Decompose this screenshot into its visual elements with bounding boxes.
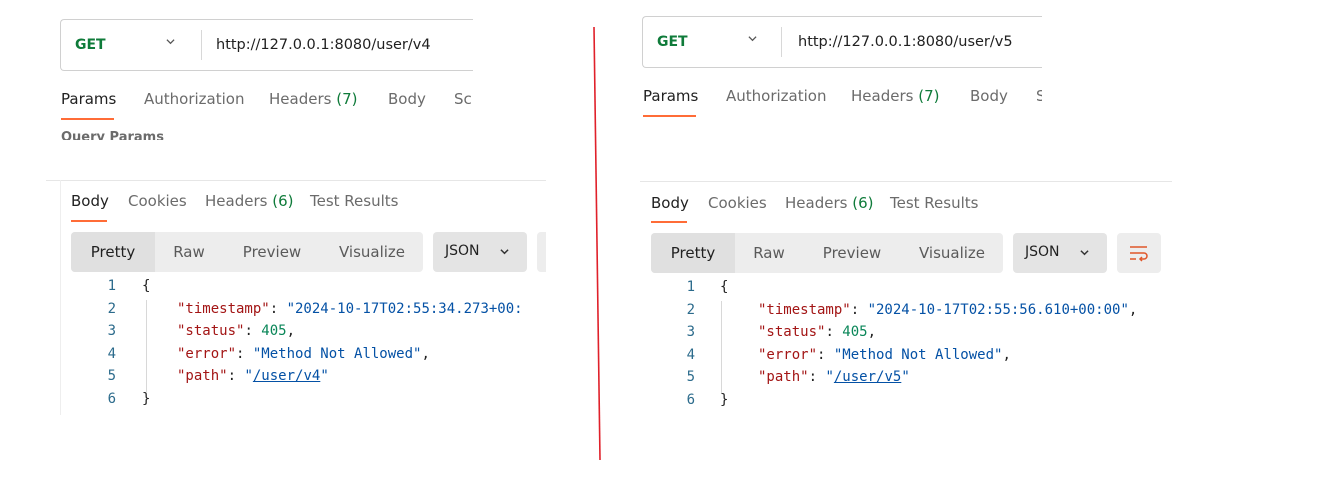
response-top-border bbox=[640, 181, 1172, 182]
visualize-button[interactable]: Visualize bbox=[321, 232, 423, 272]
right-method-select[interactable]: GET bbox=[657, 17, 688, 67]
tab-headers[interactable]: Headers (7) bbox=[269, 90, 357, 108]
preview-button[interactable]: Preview bbox=[803, 233, 901, 273]
json-line-timestamp: "timestamp": "2024-10-17T02:55:56.610+00… bbox=[758, 302, 1138, 318]
chevron-down-icon[interactable] bbox=[748, 34, 757, 43]
wrap-lines-button[interactable] bbox=[1117, 233, 1161, 273]
json-brace-open: { bbox=[142, 278, 151, 294]
left-wrap-lines-button[interactable] bbox=[537, 232, 546, 272]
indent-guide bbox=[721, 301, 722, 393]
left-url-input[interactable]: http://127.0.0.1:8080/user/v4 bbox=[216, 20, 431, 70]
line-number: 5 bbox=[686, 369, 695, 385]
tab-response-body[interactable]: Body bbox=[71, 192, 109, 210]
line-number: 6 bbox=[686, 392, 695, 408]
tab-response-headers[interactable]: Headers (6) bbox=[205, 192, 293, 210]
chevron-down-icon[interactable] bbox=[166, 37, 175, 46]
query-params-label: Query Params bbox=[61, 130, 164, 140]
right-url-bar: GET http://127.0.0.1:8080/user/v5 bbox=[642, 16, 1042, 68]
left-view-mode-group: Pretty Raw Preview Visualize bbox=[71, 232, 423, 272]
left-response-tabs: Body Cookies Headers (6) Test Results bbox=[71, 192, 546, 222]
left-code-viewer: 1 2 3 4 5 6 { "timestamp": "2024-10-17T0… bbox=[46, 278, 546, 415]
left-request-tabs: Params Authorization Headers (7) Body Sc bbox=[61, 90, 473, 124]
line-number: 1 bbox=[686, 279, 695, 295]
tab-params[interactable]: Params bbox=[61, 90, 116, 108]
tab-response-headers[interactable]: Headers (6) bbox=[785, 194, 873, 212]
tab-headers[interactable]: Headers (7) bbox=[851, 87, 939, 105]
path-link[interactable]: /user/v5 bbox=[834, 369, 901, 385]
format-label: JSON bbox=[445, 243, 480, 259]
pretty-button[interactable]: Pretty bbox=[71, 232, 155, 272]
line-number: 2 bbox=[107, 301, 116, 317]
tab-response-body[interactable]: Body bbox=[651, 194, 689, 212]
json-line-error: "error": "Method Not Allowed", bbox=[758, 347, 1011, 363]
tab-test-results[interactable]: Test Results bbox=[890, 194, 978, 212]
active-tab-underline bbox=[651, 221, 687, 223]
tab-scripts[interactable]: Sc bbox=[454, 90, 472, 108]
right-url-input[interactable]: http://127.0.0.1:8080/user/v5 bbox=[798, 17, 1013, 67]
tab-authorization[interactable]: Authorization bbox=[144, 90, 244, 108]
line-number: 2 bbox=[686, 302, 695, 318]
tab-params[interactable]: Params bbox=[643, 87, 698, 105]
raw-button[interactable]: Raw bbox=[735, 233, 803, 273]
line-number: 3 bbox=[686, 324, 695, 340]
line-number: 6 bbox=[107, 391, 116, 407]
right-response-tabs: Body Cookies Headers (6) Test Results bbox=[651, 194, 1171, 224]
json-line-status: "status": 405, bbox=[177, 323, 296, 339]
json-line-path: "path": "/user/v5" bbox=[758, 369, 910, 385]
right-format-select[interactable]: JSON bbox=[1013, 233, 1107, 273]
json-brace-close: } bbox=[720, 392, 729, 408]
json-brace-close: } bbox=[142, 391, 151, 407]
tab-cookies[interactable]: Cookies bbox=[708, 194, 767, 212]
wrap-lines-icon bbox=[1130, 246, 1148, 262]
indent-guide bbox=[146, 300, 147, 392]
active-tab-underline bbox=[71, 220, 107, 222]
line-number: 5 bbox=[107, 368, 116, 384]
preview-button[interactable]: Preview bbox=[223, 232, 321, 272]
response-top-border bbox=[46, 180, 546, 181]
raw-button[interactable]: Raw bbox=[155, 232, 223, 272]
chevron-down-icon bbox=[500, 249, 509, 255]
right-response-panel: Body Cookies Headers (6) Test Results Pr… bbox=[640, 181, 1172, 411]
right-code-viewer: 1 2 3 4 5 6 { "timestamp": "2024-10-17T0… bbox=[640, 279, 1172, 411]
left-request-panel: GET http://127.0.0.1:8080/user/v4 Params… bbox=[0, 0, 473, 140]
right-request-panel: GET http://127.0.0.1:8080/user/v5 Params… bbox=[642, 0, 1042, 140]
tab-body[interactable]: Body bbox=[970, 87, 1008, 105]
tab-cookies[interactable]: Cookies bbox=[128, 192, 187, 210]
chevron-down-icon bbox=[1080, 250, 1089, 256]
line-number: 4 bbox=[686, 347, 695, 363]
json-line-timestamp: "timestamp": "2024-10-17T02:55:34.273+00… bbox=[177, 301, 523, 317]
left-response-panel: Body Cookies Headers (6) Test Results Pr… bbox=[46, 180, 546, 415]
right-view-mode-group: Pretty Raw Preview Visualize bbox=[651, 233, 1003, 273]
line-number: 3 bbox=[107, 323, 116, 339]
left-format-select[interactable]: JSON bbox=[433, 232, 527, 272]
tab-test-results[interactable]: Test Results bbox=[310, 192, 398, 210]
right-request-tabs: Params Authorization Headers (7) Body S bbox=[643, 87, 1042, 121]
json-line-status: "status": 405, bbox=[758, 324, 877, 340]
json-line-path: "path": "/user/v4" bbox=[177, 368, 329, 384]
left-method-select[interactable]: GET bbox=[75, 20, 106, 70]
left-url-bar: GET http://127.0.0.1:8080/user/v4 bbox=[60, 19, 473, 71]
line-number: 1 bbox=[107, 278, 116, 294]
tab-body[interactable]: Body bbox=[388, 90, 426, 108]
url-separator bbox=[781, 27, 782, 57]
visualize-button[interactable]: Visualize bbox=[901, 233, 1003, 273]
path-link[interactable]: /user/v4 bbox=[253, 368, 320, 384]
tab-scripts[interactable]: S bbox=[1036, 87, 1042, 105]
active-tab-underline bbox=[61, 118, 114, 120]
active-tab-underline bbox=[643, 115, 696, 117]
line-number: 4 bbox=[107, 346, 116, 362]
url-separator bbox=[201, 30, 202, 60]
tab-authorization[interactable]: Authorization bbox=[726, 87, 826, 105]
pretty-button[interactable]: Pretty bbox=[651, 233, 735, 273]
format-label: JSON bbox=[1025, 244, 1060, 260]
json-brace-open: { bbox=[720, 279, 729, 295]
divider-line bbox=[593, 26, 601, 461]
json-line-error: "error": "Method Not Allowed", bbox=[177, 346, 430, 362]
